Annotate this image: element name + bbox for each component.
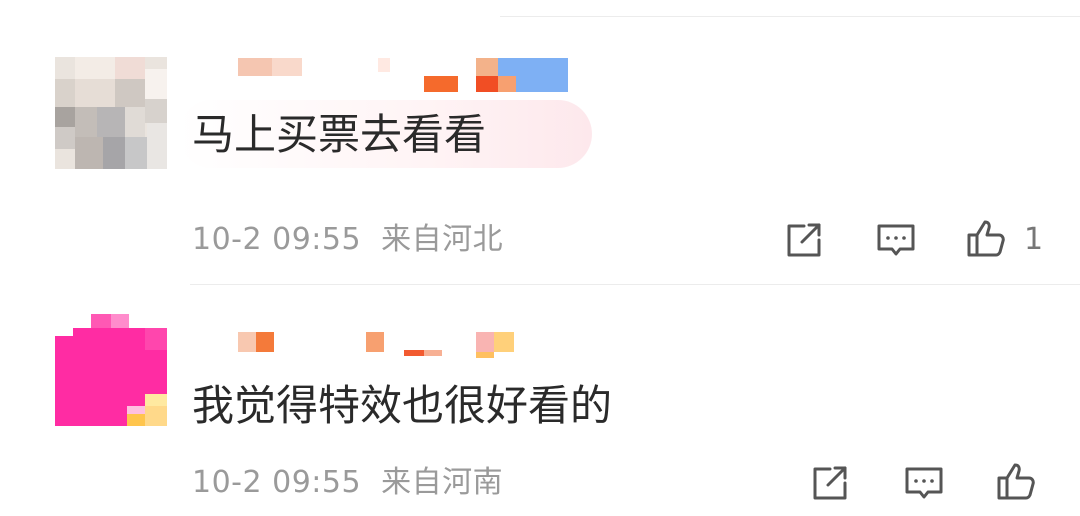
comment-text: 我觉得特效也很好看的: [192, 381, 613, 430]
share-button[interactable]: [808, 461, 852, 505]
reply-button[interactable]: [874, 218, 918, 262]
avatar[interactable]: [55, 314, 167, 426]
comment-text: 马上买票去看看: [192, 110, 487, 159]
thumbs-up-icon: [997, 463, 1035, 500]
username-masked[interactable]: [238, 58, 578, 92]
username-masked[interactable]: [238, 332, 528, 362]
thumbs-up-icon: [967, 220, 1005, 257]
like-count: 1: [1024, 222, 1044, 257]
comment-icon: [877, 224, 915, 256]
top-divider: [500, 16, 1080, 17]
comment-location: 来自河北: [381, 222, 504, 257]
share-button[interactable]: [782, 218, 826, 262]
comment-time: 10-2 09:55: [192, 222, 362, 257]
comment-time: 10-2 09:55: [192, 465, 362, 500]
comment-icon: [905, 467, 943, 499]
comment-divider: [190, 284, 1080, 285]
comment-location: 来自河南: [381, 465, 504, 500]
share-icon: [787, 223, 821, 257]
avatar[interactable]: [55, 57, 167, 169]
share-icon: [813, 466, 847, 500]
reply-button[interactable]: [902, 461, 946, 505]
like-button[interactable]: [964, 216, 1008, 260]
comment-meta: 10-2 09:55 来自河北: [192, 225, 503, 255]
comment-meta: 10-2 09:55 来自河南: [192, 468, 503, 498]
like-button[interactable]: [994, 459, 1038, 503]
